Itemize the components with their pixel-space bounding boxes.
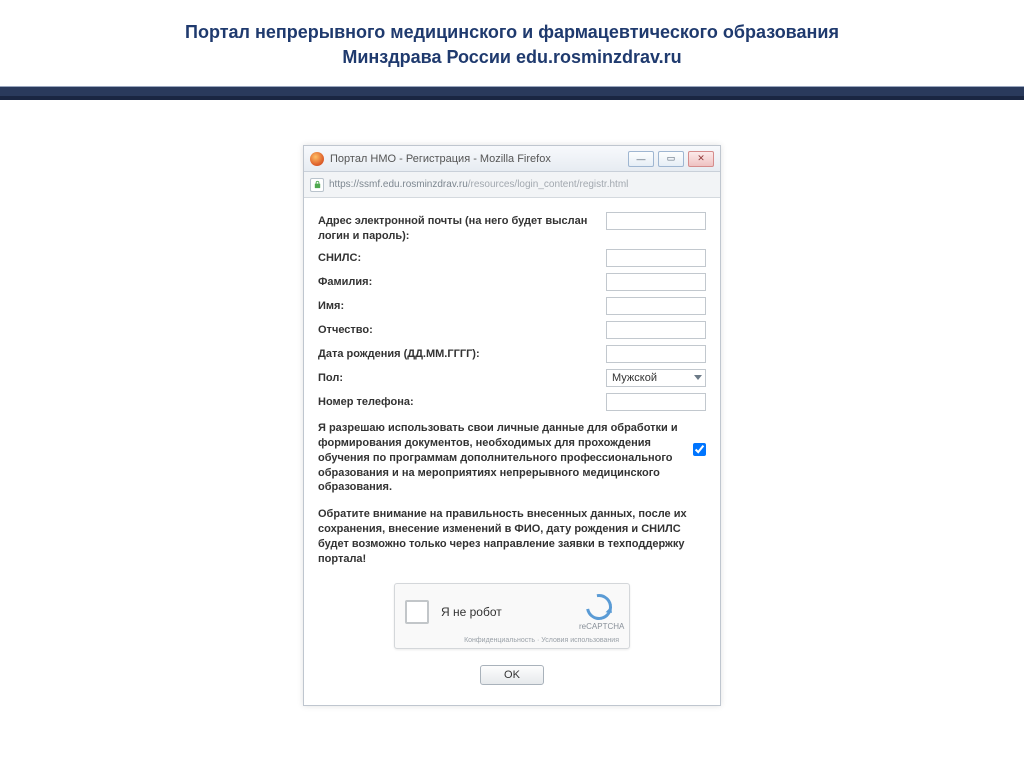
window-title: Портал НМО - Регистрация - Mozilla Firef… (330, 153, 628, 165)
firefox-icon (310, 152, 324, 166)
dob-label: Дата рождения (ДД.ММ.ГГГГ): (318, 345, 598, 361)
firstname-label: Имя: (318, 297, 598, 313)
row-patronymic: Отчество: (318, 321, 706, 339)
ok-button[interactable]: OK (480, 665, 544, 685)
recaptcha-label: Я не робот (441, 605, 567, 619)
gender-value: Мужской (612, 372, 657, 384)
snils-label: СНИЛС: (318, 249, 598, 265)
email-input[interactable] (606, 212, 706, 230)
close-button[interactable]: ✕ (688, 151, 714, 167)
window-controls: — ▭ ✕ (628, 151, 714, 167)
recaptcha-icon (581, 588, 617, 624)
form-content: Адрес электронной почты (на него будет в… (304, 198, 720, 704)
url-path: /resources/login_content/registr.html (468, 179, 629, 190)
firstname-input[interactable] (606, 297, 706, 315)
row-email: Адрес электронной почты (на него будет в… (318, 212, 706, 243)
row-dob: Дата рождения (ДД.ММ.ГГГГ): (318, 345, 706, 363)
row-consent: Я разрешаю использовать свои личные данн… (318, 421, 706, 495)
window-titlebar[interactable]: Портал НМО - Регистрация - Mozilla Firef… (304, 146, 720, 172)
patronymic-label: Отчество: (318, 321, 598, 337)
header-bar (0, 86, 1024, 100)
page-title: Портал непрерывного медицинского и фарма… (0, 0, 1024, 80)
row-lastname: Фамилия: (318, 273, 706, 291)
patronymic-input[interactable] (606, 321, 706, 339)
page-title-line1: Портал непрерывного медицинского и фарма… (40, 20, 984, 45)
row-phone: Номер телефона: (318, 393, 706, 411)
gender-select[interactable]: Мужской (606, 369, 706, 387)
row-snils: СНИЛС: (318, 249, 706, 267)
consent-checkbox[interactable] (693, 443, 706, 456)
email-label: Адрес электронной почты (на него будет в… (318, 212, 598, 243)
row-firstname: Имя: (318, 297, 706, 315)
address-bar[interactable]: https://ssmf.edu.rosminzdrav.ru/resource… (304, 172, 720, 198)
url-text: https://ssmf.edu.rosminzdrav.ru/resource… (329, 179, 714, 190)
maximize-button[interactable]: ▭ (658, 151, 684, 167)
snils-input[interactable] (606, 249, 706, 267)
dob-input[interactable] (606, 345, 706, 363)
phone-input[interactable] (606, 393, 706, 411)
lastname-input[interactable] (606, 273, 706, 291)
padlock-icon (310, 178, 324, 192)
browser-window: Портал НМО - Регистрация - Mozilla Firef… (303, 145, 721, 705)
gender-label: Пол: (318, 369, 598, 385)
warning-note: Обратите внимание на правильность внесен… (318, 507, 706, 566)
recaptcha-widget: Я не робот reCAPTCHA Конфиденциальность … (394, 583, 630, 649)
row-gender: Пол: Мужской (318, 369, 706, 387)
consent-text: Я разрешаю использовать свои личные данн… (318, 421, 685, 495)
lastname-label: Фамилия: (318, 273, 598, 289)
page-title-line2: Минздрава России edu.rosminzdrav.ru (40, 45, 984, 70)
recaptcha-logo: reCAPTCHA (579, 594, 619, 631)
recaptcha-links[interactable]: Конфиденциальность · Условия использован… (405, 637, 619, 644)
minimize-button[interactable]: — (628, 151, 654, 167)
phone-label: Номер телефона: (318, 393, 598, 409)
recaptcha-brand: reCAPTCHA (579, 622, 619, 631)
recaptcha-checkbox[interactable] (405, 600, 429, 624)
chevron-down-icon (694, 375, 702, 380)
url-host: https://ssmf.edu.rosminzdrav.ru (329, 179, 468, 190)
